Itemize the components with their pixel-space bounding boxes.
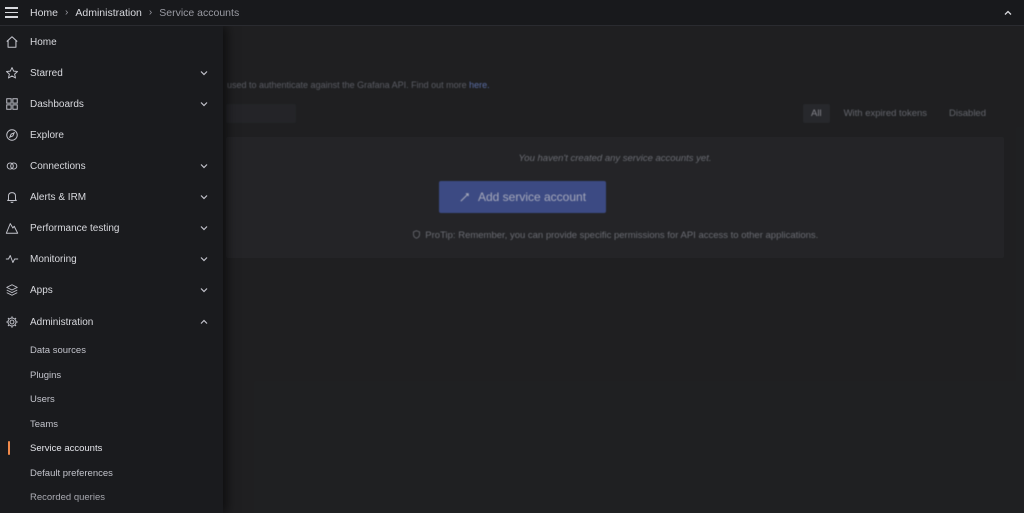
chevron-down-icon[interactable] — [199, 68, 209, 78]
sidebar-subitem-service-accounts[interactable]: Service accounts — [0, 437, 223, 459]
breadcrumb-separator: › — [65, 7, 69, 18]
sidebar-item-label: Connections — [30, 160, 86, 172]
k6-icon — [4, 220, 20, 236]
chevron-down-icon[interactable] — [199, 99, 209, 109]
sidebar-subitem-default-preferences[interactable]: Default preferences — [0, 462, 223, 484]
sidebar-subitem-label: Service accounts — [30, 442, 103, 454]
sidebar-item-apps[interactable]: Apps — [0, 276, 223, 304]
sidebar-item-label: Explore — [30, 129, 64, 141]
sidebar-item-label: Alerts & IRM — [30, 191, 87, 203]
top-bar: Home › Administration › Service accounts — [0, 0, 1024, 26]
sidebar-item-label: Performance testing — [30, 222, 120, 234]
breadcrumb-administration[interactable]: Administration — [75, 7, 142, 19]
link-icon — [4, 158, 20, 174]
sidebar-subitem-plugins[interactable]: Plugins — [0, 364, 223, 386]
heartbeat-icon — [4, 251, 20, 267]
sidebar-subitem-label: Users — [30, 393, 55, 405]
breadcrumb: Home › Administration › Service accounts — [30, 7, 239, 19]
chevron-down-icon[interactable] — [199, 192, 209, 202]
chevron-up-icon[interactable] — [1002, 6, 1014, 18]
sidebar-item-label: Apps — [30, 284, 53, 296]
sidebar-subitem-label: Recorded queries — [30, 491, 105, 503]
sidebar-subitem-recorded-queries[interactable]: Recorded queries — [0, 486, 223, 508]
breadcrumb-service-accounts: Service accounts — [159, 6, 240, 19]
sidebar-subitem-label: Plugins — [30, 369, 62, 381]
chevron-down-icon[interactable] — [199, 285, 209, 295]
sidebar-item-home[interactable]: Home — [0, 28, 223, 56]
sidebar-subitem-teams[interactable]: Teams — [0, 413, 223, 435]
sidebar-item-starred[interactable]: Starred — [0, 59, 223, 87]
star-icon — [4, 65, 20, 81]
sidebar-item-label: Monitoring — [30, 253, 77, 265]
active-indicator — [8, 441, 10, 455]
sidebar-subitem-label: Teams — [30, 418, 58, 430]
cog-icon — [4, 314, 20, 330]
compass-icon — [4, 127, 20, 143]
sidebar-menu: Home Starred Dashboards Explore Connecti… — [0, 26, 223, 513]
sidebar-item-label: Starred — [30, 67, 63, 79]
menu-icon[interactable] — [5, 5, 29, 21]
bell-icon — [4, 189, 20, 205]
sidebar-item-performance-testing[interactable]: Performance testing — [0, 214, 223, 242]
sidebar-item-alerts-irm[interactable]: Alerts & IRM — [0, 183, 223, 211]
home-icon — [4, 34, 20, 50]
sidebar-subitem-data-sources[interactable]: Data sources — [0, 339, 223, 361]
apps-grid-icon — [4, 96, 20, 112]
sidebar-item-label: Dashboards — [30, 98, 84, 110]
chevron-down-icon[interactable] — [199, 223, 209, 233]
sidebar-item-connections[interactable]: Connections — [0, 152, 223, 180]
sidebar-item-label: Home — [30, 36, 57, 48]
sidebar-subitem-label: Data sources — [30, 344, 86, 356]
sidebar-subitem-users[interactable]: Users — [0, 388, 223, 410]
sidebar-item-label: Administration — [30, 316, 94, 328]
sidebar-item-monitoring[interactable]: Monitoring — [0, 245, 223, 273]
chevron-down-icon[interactable] — [199, 254, 209, 264]
chevron-up-icon[interactable] — [199, 317, 209, 327]
sidebar-item-explore[interactable]: Explore — [0, 121, 223, 149]
sidebar-item-administration[interactable]: Administration — [0, 308, 223, 336]
chevron-down-icon[interactable] — [199, 161, 209, 171]
layers-icon — [4, 282, 20, 298]
sidebar-subitem-label: Default preferences — [30, 467, 113, 479]
breadcrumb-separator: › — [148, 7, 153, 18]
breadcrumb-home[interactable]: Home — [30, 7, 58, 19]
sidebar-item-dashboards[interactable]: Dashboards — [0, 90, 223, 118]
